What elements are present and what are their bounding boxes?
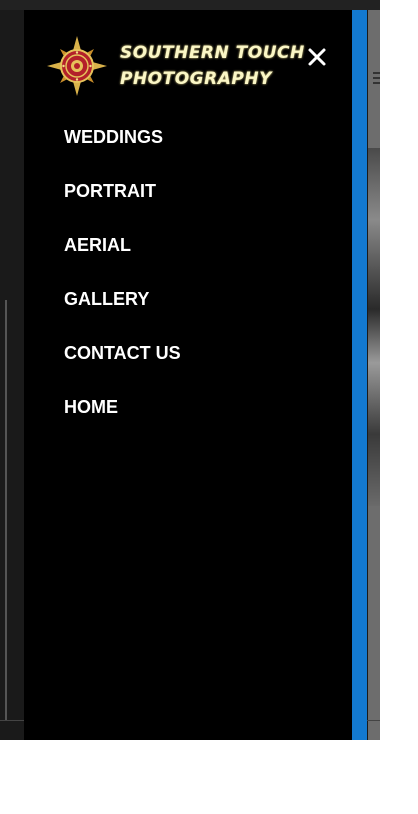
drawer-accent-bar xyxy=(352,10,367,740)
menu-item-portrait[interactable]: PORTRAIT xyxy=(64,176,181,230)
menu-item-aerial[interactable]: AERIAL xyxy=(64,230,181,284)
close-icon xyxy=(308,48,326,66)
main-nav-menu: WEDDINGS PORTRAIT AERIAL GALLERY CONTACT… xyxy=(64,122,181,446)
page-top-bar xyxy=(0,0,380,10)
brand-logo-text[interactable]: SOUTHERN TOUCH PHOTOGRAPHY xyxy=(120,40,305,92)
compass-rose-emblem-icon[interactable] xyxy=(46,35,108,97)
close-button[interactable] xyxy=(304,44,330,70)
drawer-header: SOUTHERN TOUCH PHOTOGRAPHY xyxy=(24,10,352,110)
page-divider xyxy=(5,300,7,720)
page-hero-image xyxy=(368,148,380,506)
menu-item-weddings[interactable]: WEDDINGS xyxy=(64,122,181,176)
menu-item-home[interactable]: HOME xyxy=(64,392,181,446)
menu-item-contact-us[interactable]: CONTACT US xyxy=(64,338,181,392)
hamburger-menu-icon[interactable] xyxy=(373,72,380,86)
brand-line-1: SOUTHERN TOUCH xyxy=(120,43,305,63)
navigation-drawer: SOUTHERN TOUCH PHOTOGRAPHY WEDDINGS PORT… xyxy=(24,10,352,740)
menu-item-gallery[interactable]: GALLERY xyxy=(64,284,181,338)
brand-line-2: PHOTOGRAPHY xyxy=(120,69,272,89)
